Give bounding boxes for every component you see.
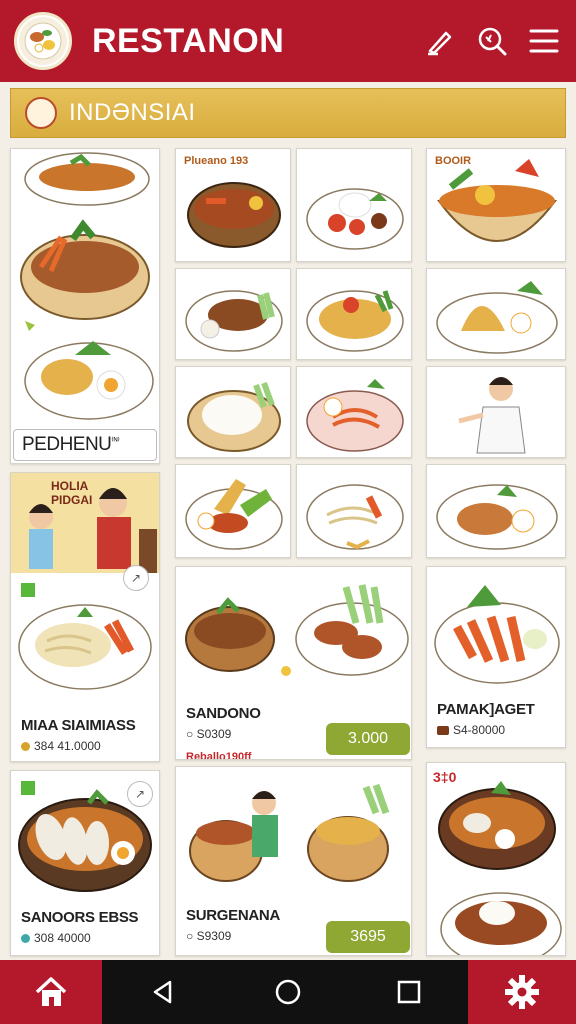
share-icon[interactable]: ↗ [123, 565, 149, 591]
dish-illustration [189, 783, 390, 882]
dish-illustration [306, 484, 404, 550]
dish-illustration [20, 152, 154, 420]
item-title: SANDONO [186, 705, 261, 722]
app-header: RESTANON [0, 0, 576, 82]
add-to-cart-button[interactable]: 3.000 [326, 723, 410, 755]
fish-curry-illustration [18, 789, 152, 892]
brand-title: RESTANON [92, 21, 285, 60]
dish-icon [25, 97, 57, 129]
coin-icon [437, 726, 449, 735]
coin-icon [21, 742, 30, 751]
menu-card-grid[interactable] [175, 464, 291, 558]
left-panel-label-suffix: ⁽ᴺ⁾ [111, 435, 120, 446]
app-screen: RESTANON INDƏNSIAI PEDHENU⁽ᴺ⁾ HOLIA PIDG… [0, 0, 576, 1024]
menu-card-grid[interactable] [175, 366, 291, 458]
noodle-dish-illustration [18, 604, 152, 690]
menu-card-left-large[interactable]: PEDHENU⁽ᴺ⁾ [10, 148, 160, 464]
bottom-navigation [0, 960, 576, 1024]
menu-card-bottom-left[interactable]: ↗ SANOORS EBSS 308 40000 [10, 770, 160, 956]
card-tag: Plueano 193 [184, 155, 249, 167]
item-price: ○ S0309 [186, 727, 232, 741]
item-price: 308 40000 [21, 931, 91, 945]
menu-card-grid[interactable] [175, 268, 291, 360]
item-price-value: 308 40000 [34, 931, 91, 945]
menu-card-grid[interactable] [296, 268, 412, 360]
menu-card-grid[interactable] [296, 366, 412, 458]
item-price-value: 384 41.0000 [34, 739, 101, 753]
dish-illustration [436, 484, 558, 550]
category-bar[interactable]: INDƏNSIAI [10, 88, 566, 138]
item-title: SURGENANA [186, 907, 280, 924]
dish-illustration [436, 281, 558, 354]
dish-illustration [185, 584, 409, 676]
menu-card-grid[interactable]: 3‡0 [426, 762, 566, 956]
gear-icon[interactable] [468, 960, 576, 1024]
dish-illustration [185, 290, 283, 352]
item-price-value: S4-80000 [453, 723, 506, 737]
item-title: SANOORS EBSS [21, 909, 139, 926]
left-panel-label: PEDHENU [22, 434, 112, 455]
menu-card-grid[interactable] [296, 464, 412, 558]
card-tag: Reballo190ff [186, 751, 252, 760]
add-to-cart-button[interactable]: 3695 [326, 921, 410, 953]
menu-card-grid[interactable] [296, 148, 412, 262]
home-icon[interactable] [0, 960, 102, 1024]
dish-illustration [306, 379, 404, 452]
coin-icon [21, 934, 30, 943]
menu-card-grid[interactable]: BOOIR [426, 148, 566, 262]
square-icon[interactable] [384, 960, 434, 1024]
dish-illustration [306, 290, 404, 352]
menu-card-featured[interactable]: SANDONO ○ S0309 Reballo190ff 3.000 [175, 566, 412, 760]
banner-text-line1: HOLIA [51, 479, 89, 493]
food-plate-logo[interactable] [14, 12, 72, 70]
search-icon[interactable] [474, 23, 510, 59]
menu-card-featured[interactable]: PAMAK]AGET S4-80000 [426, 566, 566, 748]
menu-card-person[interactable] [426, 366, 566, 458]
pen-icon[interactable] [422, 23, 458, 59]
menu-card-grid[interactable]: Plueano 193 [175, 148, 291, 262]
menu-icon[interactable] [526, 23, 562, 59]
left-panel-label-box: PEDHENU⁽ᴺ⁾ [13, 429, 157, 461]
menu-card-banner[interactable]: HOLIA PIDGAI ↗ MIAA SIAIMIASS 384 41.000… [10, 472, 160, 762]
card-tag: 3‡0 [433, 769, 457, 785]
dish-illustration [434, 585, 560, 684]
item-title: PAMAK]AGET [437, 701, 535, 718]
menu-card-grid[interactable] [426, 268, 566, 360]
item-price: ○ S9309 [186, 929, 232, 943]
dish-illustration [306, 188, 404, 250]
veg-flag-icon [21, 583, 35, 597]
dish-illustration [187, 381, 281, 452]
item-price-value: S9309 [196, 929, 232, 943]
dish-illustration [438, 781, 562, 955]
dish-illustration [185, 479, 283, 550]
category-title: INDƏNSIAI [69, 99, 196, 126]
person-illustration [458, 377, 526, 454]
item-price: 384 41.0000 [21, 739, 101, 753]
menu-card-grid[interactable] [426, 464, 566, 558]
card-tag: BOOIR [435, 155, 472, 167]
menu-card-featured[interactable]: SURGENANA ○ S9309 3695 [175, 766, 412, 956]
item-price-value: S0309 [196, 727, 232, 741]
banner-text-line2: PIDGAI [51, 493, 93, 507]
back-icon[interactable] [138, 960, 188, 1024]
item-price: S4-80000 [437, 723, 505, 737]
circle-icon[interactable] [263, 960, 313, 1024]
item-title: MIAA SIAIMIASS [21, 717, 136, 734]
